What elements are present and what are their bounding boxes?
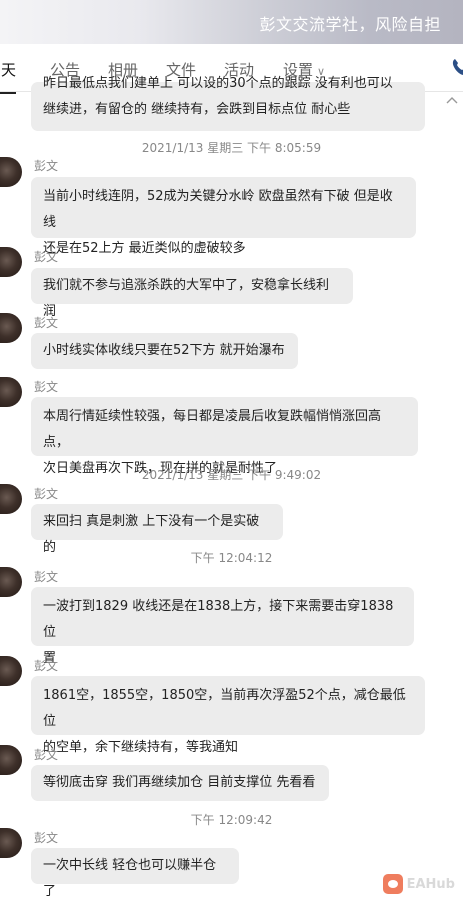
message-text: 本周行情延续性较强，每日都是凌晨后收复跌幅悄悄涨回高点， xyxy=(43,409,382,450)
sender-name: 彭文 xyxy=(34,748,59,762)
message-text: 小时线实体收线只要在52下方 就开始瀑布 xyxy=(43,343,285,358)
avatar[interactable] xyxy=(0,157,22,187)
avatar[interactable] xyxy=(0,656,22,686)
avatar[interactable] xyxy=(0,484,22,514)
message-bubble[interactable]: 等彻底击穿 我们再继续加仓 目前支撑位 先看看 xyxy=(31,765,329,801)
message-text: 1861空，1855空，1850空，当前再次浮盈52个点，减仓最低位 xyxy=(43,688,406,729)
message-bubble[interactable]: 一次中长线 轻仓也可以赚半仓了 xyxy=(31,848,239,899)
timestamp: 下午 12:09:42 xyxy=(190,813,273,827)
message-text: 当前小时线连阴，52成为关键分水岭 欧盘虽然有下破 但是收线 xyxy=(43,189,393,230)
window-title: 彭文交流学社，风险自担 xyxy=(259,15,441,34)
message-bubble[interactable]: 一波打到1829 收线还是在1838上方，接下来需要击穿1838位 置 xyxy=(31,587,414,666)
sender-name: 彭文 xyxy=(34,250,59,264)
phone-icon[interactable] xyxy=(451,57,463,77)
message-text: 等彻底击穿 我们再继续加仓 目前支撑位 先看看 xyxy=(43,775,316,790)
message-text: 昨日最低点我们建单上 可以设的30个点的跟踪 没有利也可以 xyxy=(43,76,393,91)
message-text: 的空单，余下继续持有，等我通知 xyxy=(43,740,239,755)
watermark-text: EAHub xyxy=(406,876,455,892)
avatar[interactable] xyxy=(0,377,22,407)
sender-name: 彭文 xyxy=(34,316,59,330)
message-bubble[interactable]: 来回扫 真是刺激 上下没有一个是实破的 xyxy=(31,504,283,555)
timestamp: 2021/1/13 星期三 下午 8:05:59 xyxy=(141,141,322,155)
sender-name: 彭文 xyxy=(34,487,59,501)
avatar[interactable] xyxy=(0,567,22,597)
avatar[interactable] xyxy=(0,745,22,775)
message-text: 继续进，有留仓的 继续持有，会跌到目标点位 耐心些 xyxy=(43,102,351,117)
avatar[interactable] xyxy=(0,828,22,858)
sender-name: 彭文 xyxy=(34,659,59,673)
sender-name: 彭文 xyxy=(34,570,59,584)
sender-name: 彭文 xyxy=(34,831,59,845)
sender-name: 彭文 xyxy=(34,380,59,394)
message-bubble[interactable]: 小时线实体收线只要在52下方 就开始瀑布 xyxy=(31,333,298,369)
avatar[interactable] xyxy=(0,247,22,277)
sender-name: 彭文 xyxy=(34,159,59,173)
message-bubble[interactable]: 1861空，1855空，1850空，当前再次浮盈52个点，减仓最低位 的空单，余… xyxy=(31,676,425,755)
tab-chat[interactable]: 聊天 xyxy=(0,59,17,94)
message-bubble-partial[interactable]: 昨日最低点我们建单上 可以设的30个点的跟踪 没有利也可以 继续进，有留仓的 继… xyxy=(31,76,425,131)
timestamp: 2021/1/13 星期三 下午 9:49:02 xyxy=(141,468,322,482)
message-bubble[interactable]: 本周行情延续性较强，每日都是凌晨后收复跌幅悄悄涨回高点， 次日美盘再次下跌，现在… xyxy=(31,397,418,476)
watermark: EAHub xyxy=(382,872,455,896)
message-text: 置 xyxy=(43,651,57,666)
message-text: 还是在52上方 最近类似的虚破较多 xyxy=(43,241,246,256)
avatar[interactable] xyxy=(0,313,22,343)
message-text: 一次中长线 轻仓也可以赚半仓了 xyxy=(43,858,217,899)
scroll-up-icon[interactable] xyxy=(445,94,459,106)
message-bubble[interactable]: 当前小时线连阴，52成为关键分水岭 欧盘虽然有下破 但是收线 还是在52上方 最… xyxy=(31,177,416,256)
timestamp: 下午 12:04:12 xyxy=(190,551,273,565)
window-titlebar: 彭文交流学社，风险自担 xyxy=(0,0,463,44)
message-text: 一波打到1829 收线还是在1838上方，接下来需要击穿1838位 xyxy=(43,599,394,640)
message-bubble[interactable]: 我们就不参与追涨杀跌的大军中了，安稳拿长线利润 xyxy=(31,268,353,319)
message-text: 我们就不参与追涨杀跌的大军中了，安稳拿长线利润 xyxy=(43,278,330,319)
eahub-logo-icon xyxy=(382,874,403,894)
